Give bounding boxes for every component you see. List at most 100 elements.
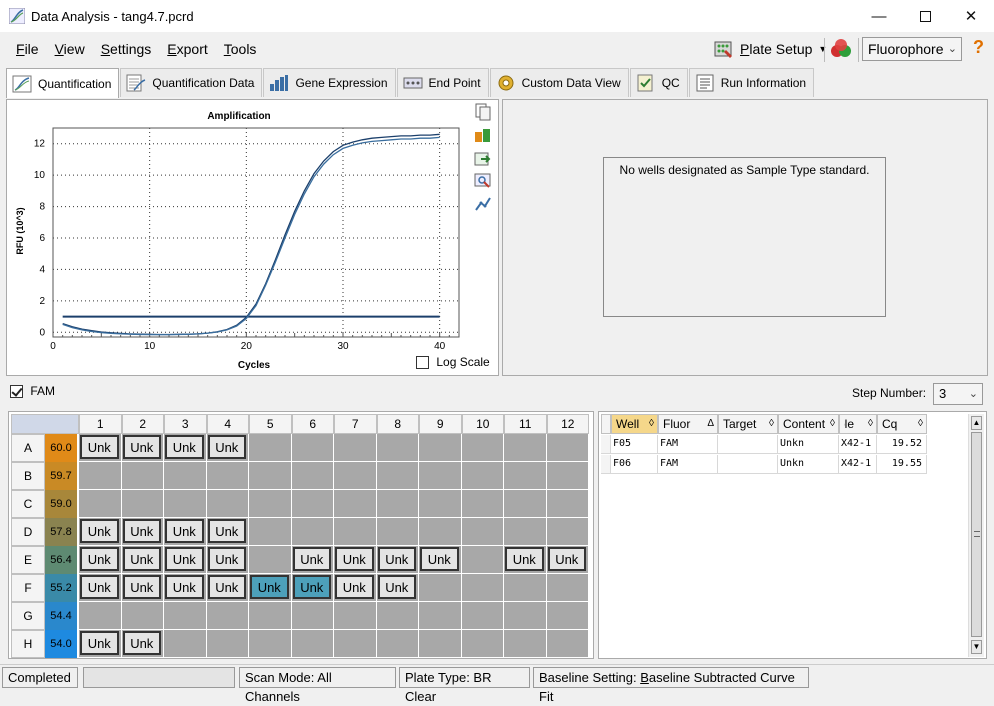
plate-well[interactable]: Unk bbox=[206, 546, 249, 574]
plate-well[interactable]: Unk bbox=[376, 546, 419, 574]
close-icon[interactable]: ✕ bbox=[948, 0, 994, 32]
plate-well[interactable] bbox=[376, 602, 419, 630]
plate-well[interactable] bbox=[291, 630, 334, 658]
plate-well[interactable]: Unk bbox=[79, 434, 122, 462]
sort-icon[interactable]: Δ bbox=[707, 415, 714, 433]
plate-well[interactable]: Unk bbox=[164, 574, 207, 602]
plate-well[interactable] bbox=[546, 490, 589, 518]
plate-row-header[interactable]: B bbox=[11, 462, 45, 490]
plate-row-header[interactable]: F bbox=[11, 574, 45, 602]
plate-well[interactable] bbox=[419, 574, 462, 602]
sort-icon[interactable]: ◊ bbox=[769, 415, 774, 433]
plate-well[interactable] bbox=[461, 574, 504, 602]
plate-well[interactable] bbox=[291, 518, 334, 546]
plate-well[interactable] bbox=[206, 490, 249, 518]
table-cell-fluor[interactable]: FAM bbox=[658, 455, 718, 474]
plate-well[interactable] bbox=[419, 602, 462, 630]
plate-well[interactable] bbox=[546, 434, 589, 462]
plate-well[interactable] bbox=[546, 518, 589, 546]
plate-well[interactable]: Unk bbox=[79, 546, 122, 574]
table-cell-cq[interactable]: 19.55 bbox=[877, 455, 927, 474]
plate-corner[interactable] bbox=[11, 414, 79, 434]
row-selector[interactable] bbox=[601, 435, 611, 454]
plate-well[interactable]: Unk bbox=[419, 546, 462, 574]
plate-well[interactable]: Unk bbox=[291, 546, 334, 574]
zoom-chart-icon[interactable] bbox=[474, 172, 492, 190]
traffic-light-icon[interactable] bbox=[829, 37, 855, 61]
sort-icon[interactable]: ◊ bbox=[918, 415, 923, 433]
well-group-icon[interactable] bbox=[474, 126, 492, 144]
plate-well[interactable] bbox=[121, 602, 164, 630]
plate-well[interactable] bbox=[291, 602, 334, 630]
plate-well[interactable]: Unk bbox=[79, 574, 122, 602]
plate-well[interactable] bbox=[206, 602, 249, 630]
plate-well[interactable] bbox=[461, 630, 504, 658]
table-cell-content[interactable]: Unkn bbox=[778, 435, 839, 454]
plate-well[interactable] bbox=[504, 518, 547, 546]
menu-export[interactable]: Export bbox=[159, 41, 215, 57]
plate-well[interactable]: Unk bbox=[121, 518, 164, 546]
plate-well[interactable] bbox=[334, 462, 377, 490]
plate-well[interactable]: Unk bbox=[164, 434, 207, 462]
table-cell-sample[interactable]: X42-1 bbox=[839, 435, 877, 454]
tab-gene-expression[interactable]: Gene Expression bbox=[263, 68, 396, 97]
plate-well[interactable] bbox=[79, 602, 122, 630]
plate-well[interactable] bbox=[249, 630, 292, 658]
row-selector-header[interactable] bbox=[601, 414, 611, 434]
plate-well[interactable] bbox=[376, 434, 419, 462]
plate-well[interactable] bbox=[419, 462, 462, 490]
fam-toggle[interactable]: FAM bbox=[10, 384, 55, 399]
plate-well[interactable] bbox=[461, 518, 504, 546]
column-header-cq[interactable]: Cq ◊ bbox=[877, 414, 927, 434]
table-cell-well[interactable]: F05 bbox=[611, 435, 658, 454]
plate-well[interactable]: Unk bbox=[546, 546, 589, 574]
column-header-fluor[interactable]: Fluor Δ bbox=[658, 414, 718, 434]
copy-icon[interactable] bbox=[474, 103, 492, 121]
row-selector[interactable] bbox=[601, 455, 611, 474]
plate-well[interactable]: Unk bbox=[291, 574, 334, 602]
plate-column-header[interactable]: 5 bbox=[249, 414, 292, 434]
plate-column-header[interactable]: 7 bbox=[334, 414, 377, 434]
plate-row-header[interactable]: C bbox=[11, 490, 45, 518]
plate-well[interactable]: Unk bbox=[121, 434, 164, 462]
plate-column-header[interactable]: 12 bbox=[546, 414, 589, 434]
plate-well[interactable] bbox=[461, 462, 504, 490]
table-cell-target[interactable] bbox=[718, 435, 778, 454]
plate-well[interactable]: Unk bbox=[121, 630, 164, 658]
menu-settings[interactable]: Settings bbox=[93, 41, 160, 57]
scroll-down-icon[interactable]: ▼ bbox=[971, 640, 982, 654]
table-cell-target[interactable] bbox=[718, 455, 778, 474]
plate-well[interactable]: Unk bbox=[206, 518, 249, 546]
plate-column-header[interactable]: 4 bbox=[206, 414, 249, 434]
plate-well[interactable] bbox=[121, 462, 164, 490]
curve-settings-icon[interactable] bbox=[474, 195, 492, 213]
plate-column-header[interactable]: 3 bbox=[164, 414, 207, 434]
plate-column-header[interactable]: 2 bbox=[121, 414, 164, 434]
plate-well[interactable] bbox=[546, 630, 589, 658]
table-cell-content[interactable]: Unkn bbox=[778, 455, 839, 474]
plate-well[interactable] bbox=[334, 434, 377, 462]
plate-row-header[interactable]: G bbox=[11, 602, 45, 630]
amplification-curve[interactable] bbox=[62, 136, 440, 336]
plate-well[interactable] bbox=[79, 490, 122, 518]
plate-well[interactable]: Unk bbox=[164, 546, 207, 574]
column-header-well[interactable]: Well ◊ bbox=[611, 414, 658, 434]
plate-well[interactable] bbox=[164, 490, 207, 518]
plate-well[interactable] bbox=[419, 630, 462, 658]
fluorophore-select[interactable]: Fluorophore ⌄ bbox=[862, 37, 962, 61]
plate-well[interactable] bbox=[206, 630, 249, 658]
plate-well[interactable]: Unk bbox=[206, 574, 249, 602]
menu-tools[interactable]: Tools bbox=[216, 41, 265, 57]
plate-well[interactable] bbox=[249, 434, 292, 462]
sort-icon[interactable]: ◊ bbox=[649, 415, 654, 433]
plate-column-header[interactable]: 6 bbox=[291, 414, 334, 434]
menu-file[interactable]: File bbox=[8, 41, 47, 57]
plate-column-header[interactable]: 11 bbox=[504, 414, 547, 434]
table-cell-sample[interactable]: X42-1 bbox=[839, 455, 877, 474]
plate-well[interactable] bbox=[419, 490, 462, 518]
tab-run-information[interactable]: Run Information bbox=[688, 68, 815, 97]
plate-well[interactable] bbox=[291, 462, 334, 490]
plate-well[interactable] bbox=[546, 574, 589, 602]
plate-well[interactable] bbox=[334, 518, 377, 546]
plate-well[interactable] bbox=[376, 462, 419, 490]
